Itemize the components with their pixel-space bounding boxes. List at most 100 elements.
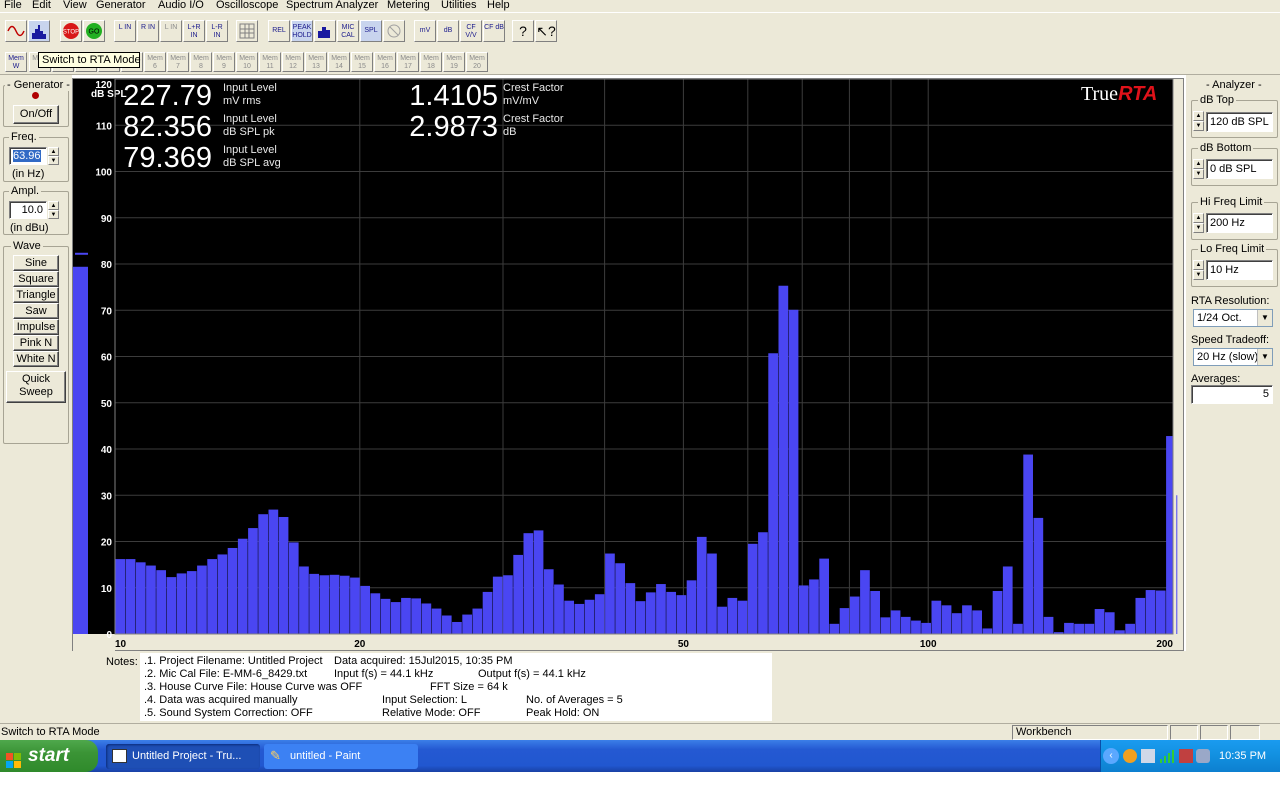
menu-spectrum-analyzer[interactable]: Spectrum Analyzer (286, 0, 378, 11)
speed-tradeoff-select[interactable]: 20 Hz (slow) ▼ (1193, 348, 1273, 366)
db-top-input[interactable]: 120 dB SPL (1206, 112, 1273, 132)
db-top-down-button[interactable]: ▼ (1193, 121, 1204, 131)
db-top-up-button[interactable]: ▲ (1193, 111, 1204, 121)
memory-slot-button[interactable]: Mem 7 (167, 52, 189, 72)
context-help-button[interactable]: ↖? (535, 20, 557, 42)
freq-down-button[interactable]: ▼ (48, 156, 59, 165)
memory-slot-button[interactable]: Mem 14 (328, 52, 350, 72)
hi-freq-up-button[interactable]: ▲ (1193, 213, 1204, 223)
task-truerta[interactable]: Untitled Project - Tru... (106, 744, 260, 769)
memory-slot-button[interactable]: Mem 12 (282, 52, 304, 72)
memory-slot-button[interactable]: Mem 17 (397, 52, 419, 72)
spectrum-bar (309, 573, 319, 634)
tray-signal-icon[interactable] (1159, 749, 1175, 763)
memory-slot-button[interactable]: Mem 13 (305, 52, 327, 72)
spectrum-bar (951, 613, 962, 634)
db-bottom-up-button[interactable]: ▲ (1193, 159, 1204, 169)
memory-slot-label: Mem (446, 55, 462, 62)
tray-app-icon[interactable] (1123, 749, 1137, 763)
memory-slot-button[interactable]: Mem 20 (466, 52, 488, 72)
spl-button[interactable]: SPL (360, 20, 382, 42)
memory-slot-button[interactable]: Mem 8 (190, 52, 212, 72)
db-bottom-input[interactable]: 0 dB SPL (1206, 159, 1273, 179)
spectrum-bar (523, 533, 534, 634)
menu-metering[interactable]: Metering (387, 0, 430, 11)
chevron-down-icon[interactable]: ▼ (1257, 349, 1272, 365)
left-in-button[interactable]: L IN (114, 20, 136, 42)
ampl-input[interactable]: 10.0 (9, 201, 47, 219)
note-line: Peak Hold: ON (526, 707, 600, 719)
memory-slot-button[interactable]: Mem 16 (374, 52, 396, 72)
spectrum-mode-button[interactable] (28, 20, 50, 42)
clear-button[interactable] (383, 20, 405, 42)
memory-slot-button[interactable]: Mem 11 (259, 52, 281, 72)
menu-utilities[interactable]: Utilities (441, 0, 476, 11)
wave-impulse-button[interactable]: Impulse (13, 319, 59, 335)
db-bottom-down-button[interactable]: ▼ (1193, 169, 1204, 179)
memory-slot-button[interactable]: Mem 19 (443, 52, 465, 72)
menu-view[interactable]: View (63, 0, 87, 11)
left-minus-right-in-button[interactable]: L-R IN (206, 20, 228, 42)
freq-input[interactable]: 63.96 (9, 147, 47, 165)
peak-hold-button[interactable]: PEAK HOLD (291, 20, 313, 42)
wave-pink-noise-button[interactable]: Pink N (13, 335, 59, 351)
task-paint[interactable]: ✎ untitled - Paint (264, 744, 418, 769)
hi-freq-input[interactable]: 200 Hz (1206, 213, 1273, 233)
lo-freq-down-button[interactable]: ▼ (1193, 270, 1204, 280)
left-in-disabled-button[interactable]: L IN (160, 20, 182, 42)
tray-security-icon[interactable] (1179, 749, 1193, 763)
mic-cal-button[interactable]: MIC CAL (337, 20, 359, 42)
rta-resolution-label: RTA Resolution: (1191, 295, 1270, 307)
wave-triangle-button[interactable]: Triangle (13, 287, 59, 303)
millivolt-unit-button[interactable]: mV (414, 20, 436, 42)
rta-resolution-select[interactable]: 1/24 Oct. ▼ (1193, 309, 1273, 327)
crest-factor-vv-button[interactable]: CF V/V (460, 20, 482, 42)
memory-slot-button[interactable]: Mem 9 (213, 52, 235, 72)
hi-freq-down-button[interactable]: ▼ (1193, 223, 1204, 233)
db-unit-button[interactable]: dB (437, 20, 459, 42)
quick-sweep-button[interactable]: Quick Sweep (6, 371, 66, 403)
memory-slot-button[interactable]: Mem 10 (236, 52, 258, 72)
memory-slot-button[interactable]: Mem 18 (420, 52, 442, 72)
menu-generator[interactable]: Generator (96, 0, 146, 11)
spectrum-bar (1115, 630, 1125, 634)
tray-expand-icon[interactable]: ‹ (1103, 748, 1119, 764)
bar-graph-button[interactable] (314, 20, 336, 42)
oscilloscope-mode-button[interactable] (5, 20, 27, 42)
wave-square-button[interactable]: Square (13, 271, 59, 287)
wave-white-noise-button[interactable]: White N (13, 351, 59, 367)
spectrum-bar (115, 559, 126, 634)
menu-oscilloscope[interactable]: Oscilloscope (216, 0, 278, 11)
lo-freq-up-button[interactable]: ▲ (1193, 260, 1204, 270)
memory-slot-button[interactable]: Mem 6 (144, 52, 166, 72)
averages-input[interactable]: 5 (1191, 385, 1273, 404)
generator-onoff-button[interactable]: On/Off (13, 105, 59, 124)
spectrum-bar (758, 532, 768, 634)
memory-slot-button[interactable]: Mem 15 (351, 52, 373, 72)
wave-saw-button[interactable]: Saw (13, 303, 59, 319)
start-button[interactable]: start (0, 740, 98, 772)
left-plus-right-in-button[interactable]: L+R IN (183, 20, 205, 42)
help-button[interactable]: ? (512, 20, 534, 42)
lo-freq-input[interactable]: 10 Hz (1206, 260, 1273, 280)
wave-sine-button[interactable]: Sine (13, 255, 59, 271)
crest-factor-db-button[interactable]: CF dB (483, 20, 505, 42)
go-button[interactable]: GO (83, 20, 105, 42)
tray-network-icon[interactable] (1141, 749, 1155, 763)
right-in-button[interactable]: R IN (137, 20, 159, 42)
memory-write-button[interactable]: Mem W (5, 52, 27, 72)
relative-mode-button[interactable]: REL (268, 20, 290, 42)
ampl-down-button[interactable]: ▼ (48, 210, 59, 219)
spectrum-bar (533, 530, 544, 634)
menu-help[interactable]: Help (487, 0, 510, 11)
ampl-up-button[interactable]: ▲ (48, 201, 59, 210)
stop-button[interactable]: STOP (60, 20, 82, 42)
tray-volume-icon[interactable] (1196, 749, 1210, 763)
desktop-strip (0, 772, 1280, 800)
menu-edit[interactable]: Edit (32, 0, 51, 11)
menu-file[interactable]: File (4, 0, 22, 11)
chevron-down-icon[interactable]: ▼ (1257, 310, 1272, 326)
freq-up-button[interactable]: ▲ (48, 147, 59, 156)
menu-audio-io[interactable]: Audio I/O (158, 0, 204, 11)
grid-button[interactable] (236, 20, 258, 42)
